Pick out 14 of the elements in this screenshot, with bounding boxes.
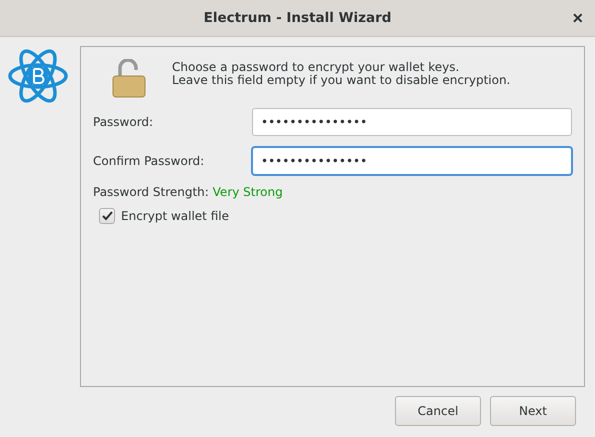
close-button[interactable]: × [568,8,587,28]
instruction-text: Choose a password to encrypt your wallet keys. [172,60,460,74]
padlock-icon [112,59,146,98]
password-field[interactable]: ••••••••••••••• [252,108,572,136]
instruction-text: Leave this field empty if you want to disable encryption. [172,74,510,86]
dialog-button[interactable]: Next [490,396,576,426]
window-title: Electrum - Install Wizard [204,10,392,26]
field-label: Confirm Password: [93,154,206,168]
field-label: Password: [93,115,154,129]
encrypt-checkbox[interactable]: Encrypt wallet file [99,208,572,224]
strength-text: Password Strength: Very Strong [93,185,284,199]
password-field[interactable]: ••••••••••••••• [252,147,572,175]
checkmark-icon [102,211,112,221]
dialog-button[interactable]: Cancel [395,396,481,426]
